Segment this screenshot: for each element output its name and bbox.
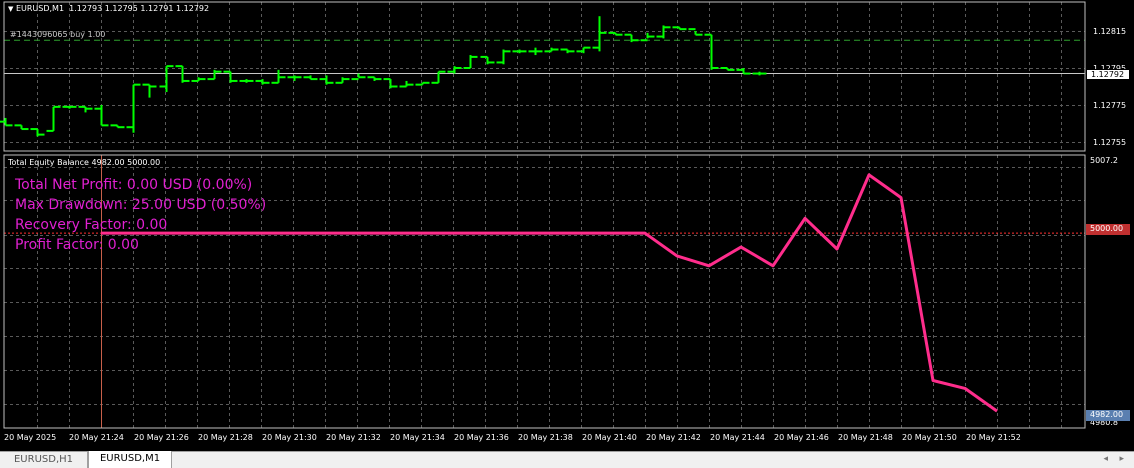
indicator-header: Total Equity Balance 4982.00 5000.00 bbox=[8, 158, 161, 167]
time-tick-label: 20 May 21:28 bbox=[198, 433, 253, 442]
time-tick-label: 20 May 21:52 bbox=[966, 433, 1021, 442]
ohlc-bar bbox=[191, 77, 206, 82]
ohlc-bar bbox=[752, 71, 767, 76]
tab-scroll-right-icon[interactable]: ▸ bbox=[1119, 454, 1124, 464]
ohlc-bar bbox=[383, 78, 398, 89]
ohlc-bar bbox=[640, 32, 655, 42]
ohlc-bar bbox=[415, 81, 430, 86]
ohlc-bar bbox=[14, 124, 29, 131]
price-tick-label: 1.12755 bbox=[1093, 138, 1127, 147]
ohlc-bar bbox=[544, 47, 559, 53]
ohlc-bar bbox=[560, 48, 575, 54]
ohlc-values: 1.12793 1.12795 1.12791 1.12792 bbox=[69, 4, 210, 13]
time-tick-label: 20 May 21:36 bbox=[454, 433, 509, 442]
ohlc-bar bbox=[592, 16, 607, 52]
ohlc-bar bbox=[46, 105, 61, 132]
indicator-panel-frame bbox=[3, 154, 1086, 429]
stat-max-drawdown: Max Drawdown: 25.00 USD (0.50%) bbox=[15, 197, 267, 213]
ohlc-bar bbox=[672, 26, 687, 31]
time-tick-label: 20 May 21:42 bbox=[646, 433, 701, 442]
price-chart[interactable] bbox=[0, 0, 1134, 468]
price-tick-label: 1.12775 bbox=[1093, 101, 1127, 110]
ohlc-bar bbox=[110, 124, 125, 129]
time-tick-label: 20 May 21:26 bbox=[134, 433, 189, 442]
ohlc-bar bbox=[303, 75, 318, 81]
chart-menu-triangle-icon[interactable]: ▼ bbox=[8, 5, 13, 13]
tab-eurusd-m1[interactable]: EURUSD,M1 bbox=[88, 451, 172, 468]
ohlc-bar bbox=[239, 79, 254, 83]
stat-net-profit: Total Net Profit: 0.00 USD (0.00%) bbox=[15, 177, 253, 193]
time-tick-label: 20 May 21:30 bbox=[262, 433, 317, 442]
ohlc-bar bbox=[447, 66, 462, 74]
stat-recovery-factor: Recovery Factor: 0.00 bbox=[15, 217, 168, 233]
ohlc-bar bbox=[126, 83, 141, 133]
ohlc-bar bbox=[351, 73, 366, 81]
time-tick-label: 20 May 21:38 bbox=[518, 433, 573, 442]
ohlc-bar bbox=[271, 69, 286, 84]
time-tick-label: 20 May 21:40 bbox=[582, 433, 637, 442]
tab-scroll-left-icon[interactable]: ◂ bbox=[1103, 454, 1108, 464]
ohlc-bar bbox=[62, 105, 77, 109]
ohlc-bar bbox=[463, 55, 478, 69]
symbol-header: ▼ EURUSD,M1 1.12793 1.12795 1.12791 1.12… bbox=[8, 4, 209, 14]
ohlc-bar bbox=[608, 31, 623, 36]
price-tick-label: 1.12815 bbox=[1093, 27, 1127, 36]
time-tick-label: 20 May 21:50 bbox=[902, 433, 957, 442]
tab-eurusd-h1[interactable]: EURUSD,H1 bbox=[0, 452, 88, 468]
order-line-label[interactable]: #1443096065 buy 1.00 bbox=[10, 30, 105, 40]
time-tick-label: 20 May 21:32 bbox=[326, 433, 381, 442]
ohlc-bar bbox=[528, 47, 543, 56]
ohlc-bar bbox=[207, 69, 222, 81]
chart-tab-bar: EURUSD,H1 EURUSD,M1 ◂ ▸ bbox=[0, 451, 1134, 468]
indicator-axis-top: 5007.2 bbox=[1090, 156, 1118, 165]
ohlc-bar bbox=[512, 49, 527, 54]
ohlc-bar bbox=[159, 65, 174, 93]
ohlc-bar bbox=[255, 79, 270, 85]
time-tick-label: 20 May 21:34 bbox=[390, 433, 445, 442]
ohlc-bar bbox=[335, 77, 350, 84]
ohlc-bar bbox=[94, 105, 109, 127]
ohlc-bar bbox=[287, 75, 302, 81]
ohlc-bar bbox=[367, 76, 382, 81]
time-tick-label: 20 May 21:44 bbox=[710, 433, 765, 442]
balance-value-label: 5000.00 bbox=[1086, 224, 1130, 235]
ohlc-bar bbox=[496, 49, 511, 65]
symbol-title: EURUSD,M1 bbox=[15, 4, 65, 13]
ohlc-bar bbox=[30, 128, 45, 137]
time-tick-label: 20 May 21:46 bbox=[774, 433, 829, 442]
ohlc-bar bbox=[624, 33, 639, 43]
ohlc-bar bbox=[0, 117, 13, 127]
ohlc-bar bbox=[399, 80, 414, 88]
ohlc-bar bbox=[319, 75, 334, 85]
equity-value-label: 4982.00 bbox=[1086, 410, 1130, 421]
time-tick-label: 20 May 2025 bbox=[4, 433, 57, 442]
time-tick-label: 20 May 21:48 bbox=[838, 433, 893, 442]
ohlc-bar bbox=[142, 83, 157, 98]
time-tick-label: 20 May 21:24 bbox=[69, 433, 124, 442]
current-price-label: 1.12792 bbox=[1086, 69, 1130, 80]
ohlc-bar bbox=[78, 105, 93, 113]
ohlc-bar bbox=[175, 65, 190, 83]
stat-profit-factor: Profit Factor: 0.00 bbox=[15, 237, 139, 253]
ohlc-bar bbox=[576, 46, 591, 54]
ohlc-bar bbox=[480, 55, 495, 65]
